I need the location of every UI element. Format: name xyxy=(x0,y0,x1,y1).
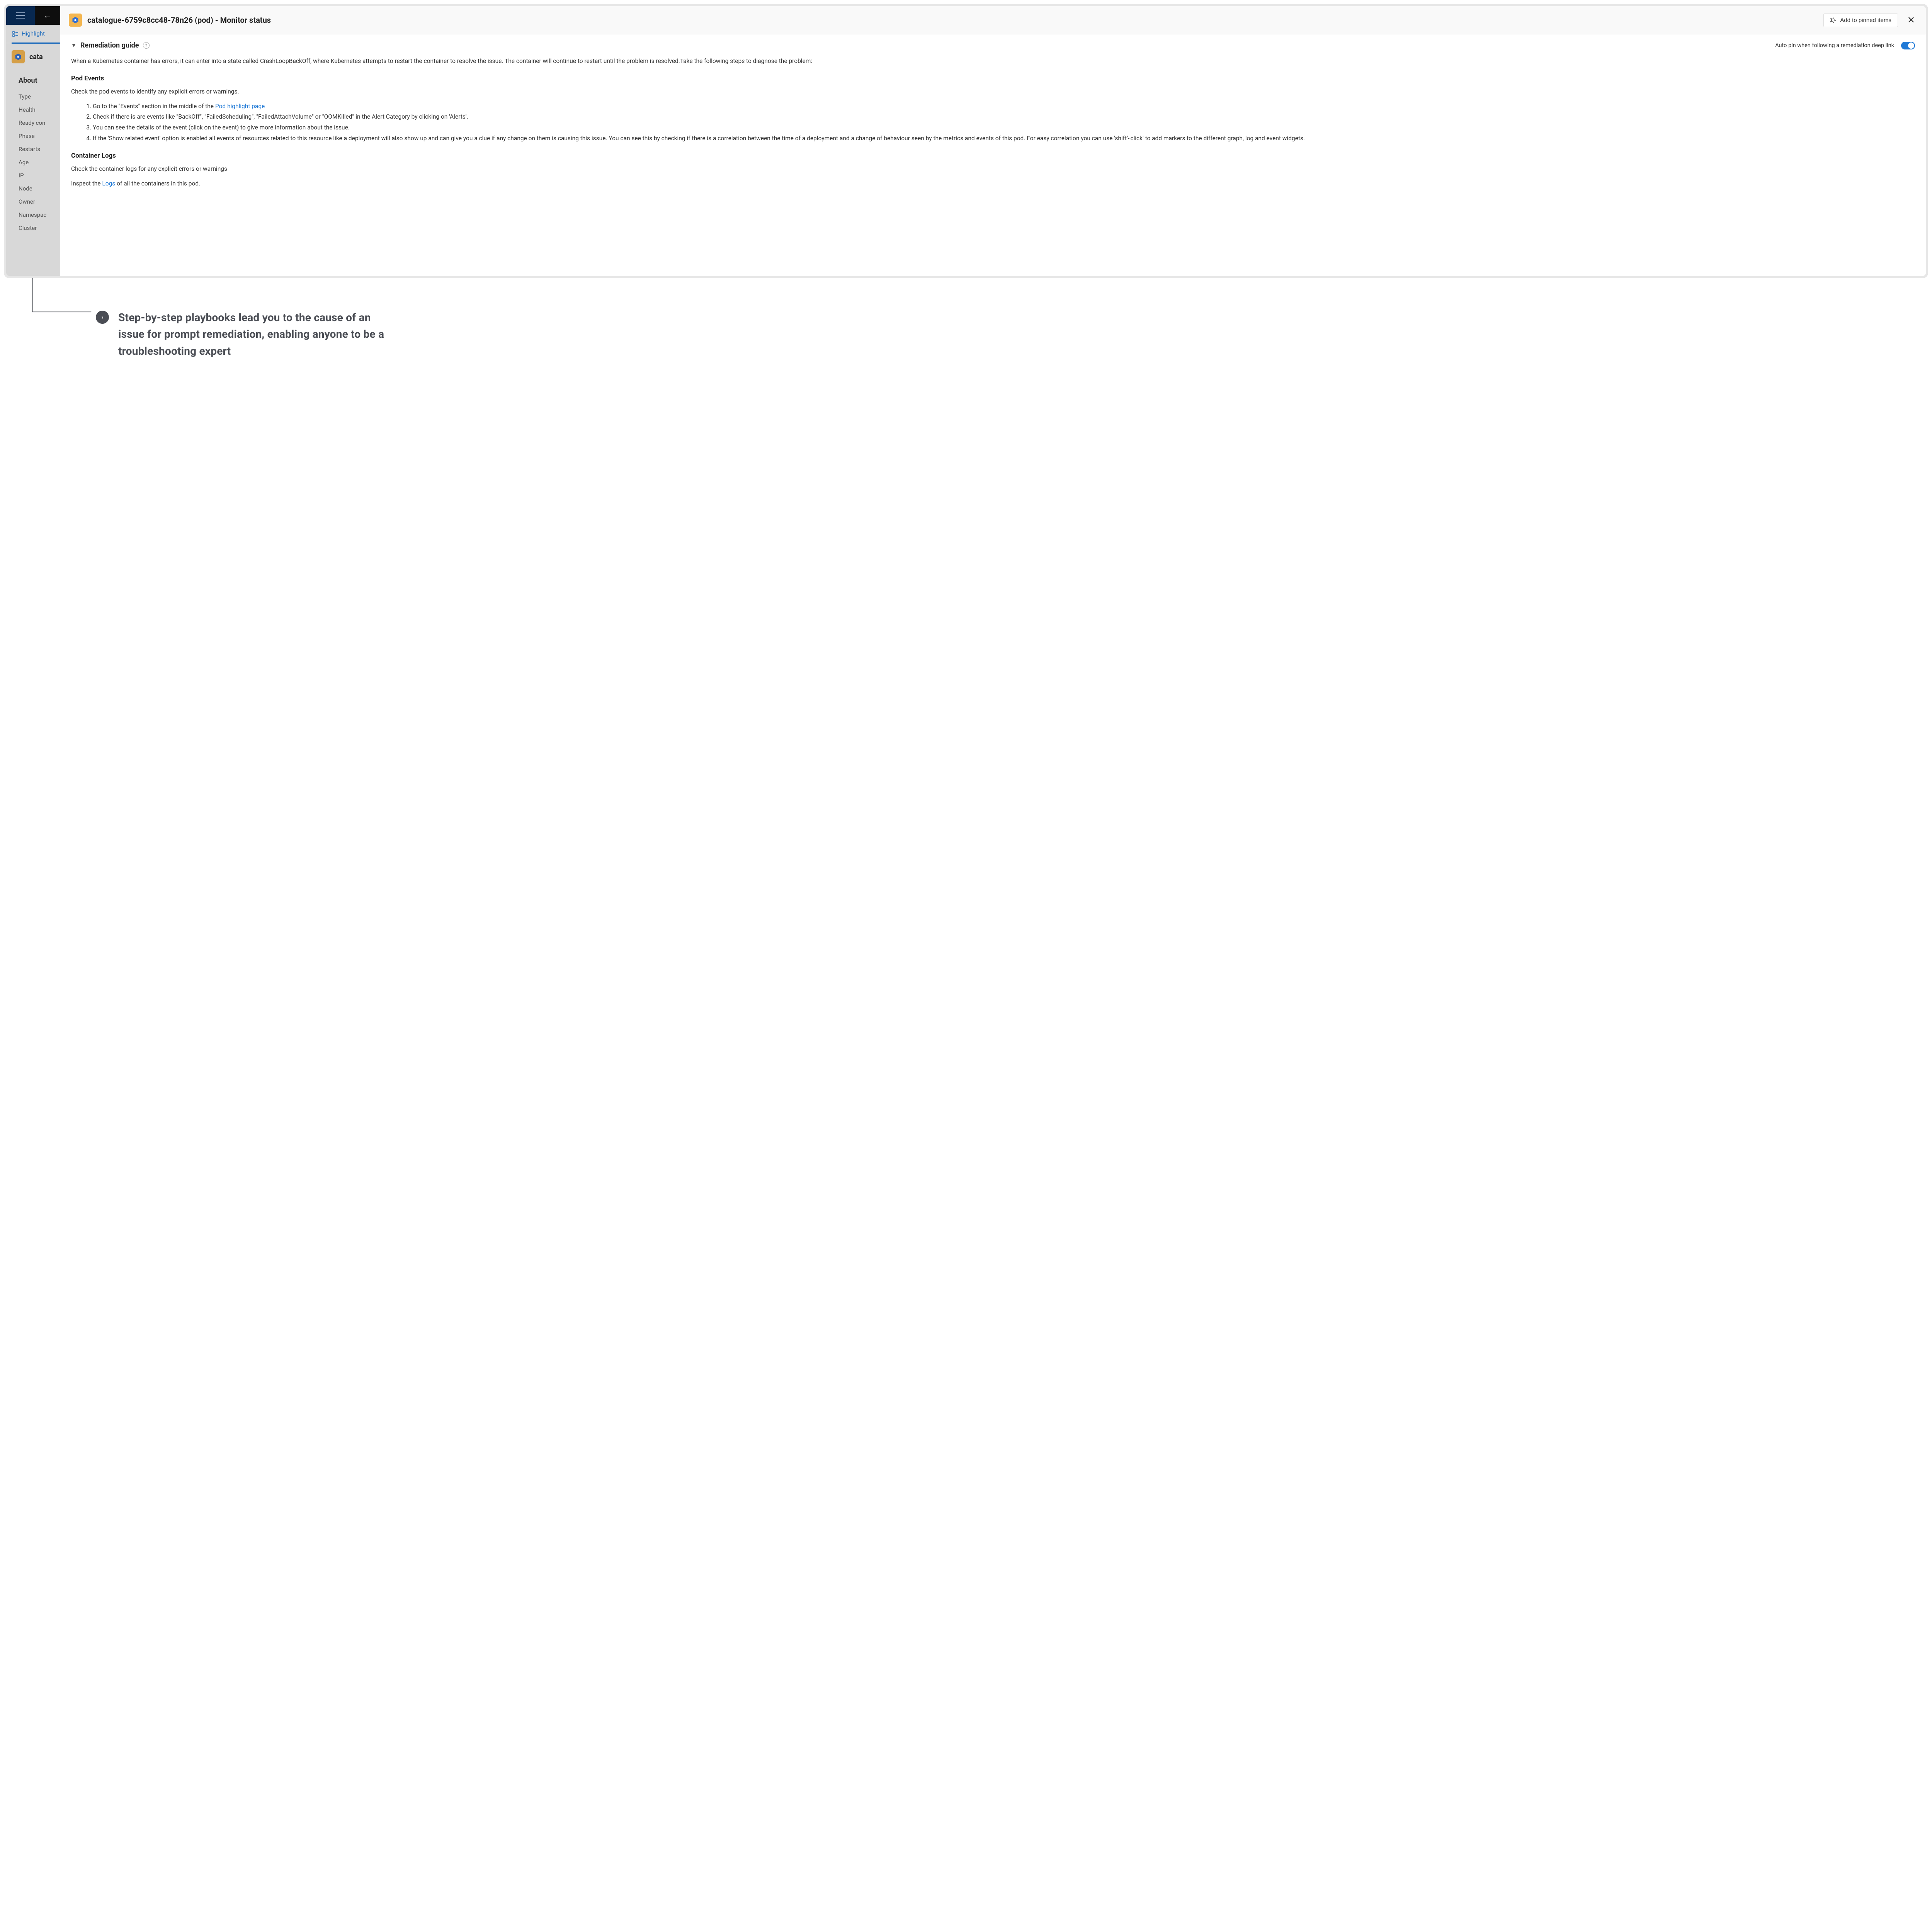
pod-highlight-link[interactable]: Pod highlight page xyxy=(215,103,265,110)
about-row-age: Age xyxy=(6,156,60,169)
chevron-down-icon[interactable]: ▼ xyxy=(71,42,77,49)
guide-title: Remediation guide xyxy=(80,41,139,49)
annotation: › Step-by-step playbooks lead you to the… xyxy=(4,282,1928,371)
add-to-pinned-button[interactable]: Add to pinned items xyxy=(1823,14,1898,27)
logs-inspect-pre: Inspect the xyxy=(71,180,102,187)
step-4: If the 'Show related event' option is en… xyxy=(93,134,1915,144)
about-row-ip: IP xyxy=(6,169,60,182)
entity-header: cata xyxy=(6,43,60,66)
about-row-owner: Owner xyxy=(6,195,60,208)
panel-body: ▼ Remediation guide ? Auto pin when foll… xyxy=(60,34,1926,197)
kubernetes-icon xyxy=(69,14,82,27)
about-row-readycon: Ready con xyxy=(6,116,60,129)
detail-panel: catalogue-6759c8cc48-78n26 (pod) - Monit… xyxy=(60,6,1926,276)
autopin-label: Auto pin when following a remediation de… xyxy=(1775,42,1894,49)
container-logs-heading: Container Logs xyxy=(71,152,1915,160)
pin-button-label: Add to pinned items xyxy=(1840,17,1891,24)
logs-inspect-post: of all the containers in this pod. xyxy=(115,180,200,187)
close-button[interactable]: ✕ xyxy=(1903,13,1919,27)
app-shell: ← Highlight cata About Type Health Ready… xyxy=(6,6,1926,276)
pod-events-desc: Check the pod events to identify any exp… xyxy=(71,87,1915,96)
panel-header: catalogue-6759c8cc48-78n26 (pod) - Monit… xyxy=(60,6,1926,34)
kubernetes-icon xyxy=(12,50,25,63)
tab-underline xyxy=(12,43,60,44)
highlight-icon xyxy=(12,31,19,37)
about-row-phase: Phase xyxy=(6,129,60,143)
chevron-right-icon: › xyxy=(96,311,109,324)
about-row-cluster: Cluster xyxy=(6,221,60,235)
step-1-text: Go to the "Events" section in the middle… xyxy=(93,103,215,110)
container-logs-desc: Check the container logs for any explici… xyxy=(71,164,1915,173)
about-row-health: Health xyxy=(6,103,60,116)
logs-inspect-line: Inspect the Logs of all the containers i… xyxy=(71,179,1915,188)
autopin-toggle[interactable] xyxy=(1901,42,1915,49)
tab-row: Highlight xyxy=(6,25,60,43)
topbar: ← xyxy=(6,6,60,25)
about-row-node: Node xyxy=(6,182,60,195)
pin-icon xyxy=(1830,17,1836,23)
sidebar: ← Highlight cata About Type Health Ready… xyxy=(6,6,60,276)
entity-name: cata xyxy=(29,53,43,61)
help-icon[interactable]: ? xyxy=(143,42,150,49)
tab-highlight[interactable]: Highlight xyxy=(22,30,45,38)
logs-link[interactable]: Logs xyxy=(102,180,115,187)
annotation-text: Step-by-step playbooks lead you to the c… xyxy=(118,309,389,359)
about-row-namespace: Namespac xyxy=(6,208,60,221)
intro-text: When a Kubernetes container has errors, … xyxy=(71,56,1915,66)
about-row-restarts: Restarts xyxy=(6,143,60,156)
steps-list: Go to the "Events" section in the middle… xyxy=(71,102,1915,143)
step-1: Go to the "Events" section in the middle… xyxy=(93,102,1915,112)
app-window: ← Highlight cata About Type Health Ready… xyxy=(4,4,1928,278)
step-3: You can see the details of the event (cl… xyxy=(93,123,1915,133)
back-button[interactable]: ← xyxy=(35,6,60,25)
hamburger-menu[interactable] xyxy=(6,6,35,25)
about-row-type: Type xyxy=(6,90,60,103)
step-2: Check if there is are events like "BackO… xyxy=(93,112,1915,122)
guide-header: ▼ Remediation guide ? Auto pin when foll… xyxy=(71,41,1915,49)
panel-title: catalogue-6759c8cc48-78n26 (pod) - Monit… xyxy=(87,15,1818,25)
pod-events-heading: Pod Events xyxy=(71,75,1915,82)
about-heading: About xyxy=(6,66,60,90)
